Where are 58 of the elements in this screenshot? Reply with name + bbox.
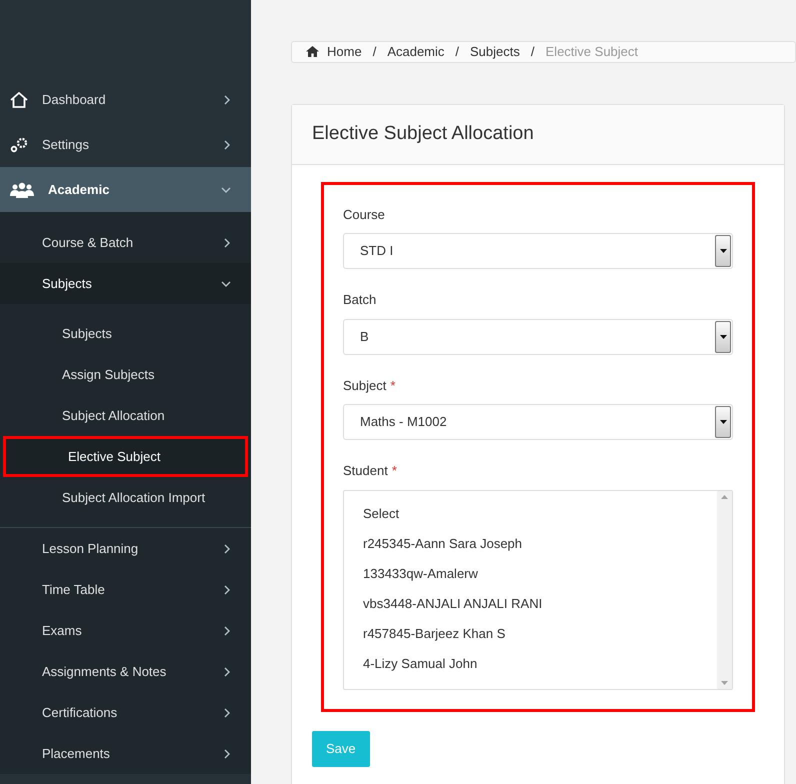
submenu-item[interactable]: Subjects (0, 263, 251, 304)
menu-item[interactable]: Settings (0, 122, 251, 167)
scrollbar[interactable] (717, 490, 732, 688)
users-icon (10, 182, 34, 198)
list-option[interactable]: r457845-Barjeez Khan S (363, 618, 717, 648)
chevron-right-icon (223, 584, 231, 594)
breadcrumb-separator: / (454, 43, 460, 61)
submenu-item[interactable]: Assign Subjects (0, 354, 251, 395)
student-listbox[interactable]: Select r245345-Aann Sara Joseph 133433qw-Amalerw vbs3448-ANJALI ANJALI RANI r457845-Barjeez Khan S 4-Lizy Samual John (343, 490, 733, 690)
scroll-down-icon[interactable] (721, 680, 728, 684)
breadcrumb-link[interactable]: Academic (387, 42, 444, 62)
submenu-item[interactable]: Assignments & Notes (0, 651, 251, 692)
chevron-right-icon (223, 140, 231, 150)
breadcrumb-separator: / (372, 43, 378, 61)
chevron-right-icon (223, 544, 231, 554)
submenu-item[interactable]: Exams (0, 610, 251, 651)
submenu-item[interactable]: Certifications (0, 692, 251, 733)
chevron-right-icon (223, 94, 231, 104)
submenu-item[interactable]: Course & Batch (0, 222, 251, 263)
home-icon (306, 46, 319, 58)
breadcrumb-separator: / (530, 43, 536, 61)
submenu-item[interactable]: Placements (0, 733, 251, 774)
field-label: Batch (343, 291, 376, 309)
submenu-item[interactable]: Lesson Planning (0, 528, 251, 569)
list-option[interactable]: Select (363, 498, 717, 528)
submenu-item[interactable]: Subjects (0, 313, 251, 354)
select-field[interactable]: Maths - M1002 (343, 404, 733, 440)
scroll-up-icon[interactable] (721, 494, 728, 498)
home-icon (10, 92, 28, 108)
chevron-down-icon (221, 280, 231, 288)
chevron-right-icon (223, 748, 231, 758)
list-option[interactable]: 133433qw-Amalerw (363, 558, 717, 588)
list-option[interactable]: r245345-Aann Sara Joseph (363, 528, 717, 558)
chevron-down-icon (221, 186, 231, 194)
chevron-right-icon (223, 238, 231, 248)
field-label: Student (343, 462, 388, 480)
submenu-item[interactable]: Elective Subject (3, 436, 248, 477)
breadcrumb-link[interactable]: Home (327, 42, 362, 62)
breadcrumb-link[interactable]: Subjects (470, 42, 520, 62)
gears-icon (10, 136, 28, 152)
chevron-right-icon (223, 708, 231, 718)
menu-item[interactable]: Academic (0, 167, 251, 212)
submenu-item[interactable]: Subject Allocation Import (0, 477, 251, 518)
list-option[interactable]: 4-Lizy Samual John (363, 648, 717, 678)
required-mark: * (390, 376, 396, 394)
list-option[interactable]: vbs3448-ANJALI ANJALI RANI (363, 588, 717, 618)
chevron-right-icon (223, 666, 231, 676)
field-label: Course (343, 206, 385, 224)
card-title: Elective Subject Allocation (312, 122, 534, 146)
menu-item[interactable]: Dashboard (0, 77, 251, 122)
chevron-right-icon (223, 626, 231, 636)
required-mark: * (392, 462, 397, 480)
submenu-item[interactable]: Time Table (0, 569, 251, 610)
select-field[interactable]: STD I (343, 233, 733, 269)
submenu-item[interactable]: Subject Allocation (0, 395, 251, 436)
breadcrumb-current: Elective Subject (546, 43, 638, 61)
select-field[interactable]: B (343, 318, 733, 354)
field-label: Subject (343, 376, 386, 395)
